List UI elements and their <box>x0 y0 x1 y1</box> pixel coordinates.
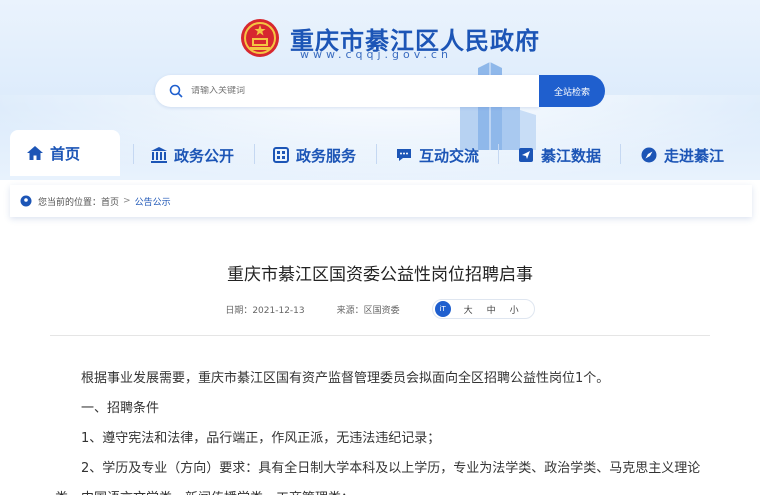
nav-item-about[interactable]: 走进綦江 <box>640 134 724 176</box>
breadcrumb-separator: > <box>123 196 131 206</box>
national-emblem-icon <box>241 19 279 57</box>
search-icon <box>169 84 183 98</box>
font-size-large[interactable]: 大 <box>464 303 473 316</box>
nav-item-label: 政务服务 <box>296 146 357 165</box>
search-bar: 全站检索 <box>155 75 605 107</box>
nav-divider <box>254 144 255 164</box>
font-size-switcher: iT 大 中 小 <box>431 299 535 319</box>
nav-item-label: 綦江数据 <box>541 146 602 165</box>
location-pin-icon <box>20 195 32 207</box>
breadcrumb-home[interactable]: 首页 <box>101 195 119 208</box>
article-paragraph: 1、遵守宪法和法律，品行端正，作风正派，无违法违纪记录； <box>81 431 441 446</box>
nav-divider <box>133 144 134 164</box>
breadcrumb-prefix: 您当前的位置： <box>38 197 102 208</box>
article-paragraph: 2、学历及专业（方向）要求：具有全日制大学本科及以上学历，专业为法学类、政治学类… <box>55 461 701 495</box>
article-source: 来源：区国资委 <box>336 305 400 316</box>
breadcrumb: 您当前的位置： 首页 > 公告公示 <box>10 185 752 217</box>
divider <box>50 335 710 336</box>
article-date: 日期：2021-12-13 <box>225 305 305 316</box>
search-box <box>155 75 539 107</box>
breadcrumb-current[interactable]: 公告公示 <box>135 195 171 208</box>
compass-icon <box>641 147 657 163</box>
article-body: 根据事业发展需要，重庆市綦江区国有资产监督管理委员会拟面向全区招聘公益性岗位1个… <box>55 364 715 495</box>
bank-building-icon <box>151 147 167 163</box>
font-size-icon: iT <box>434 301 451 317</box>
nav-item-gov-open[interactable]: 政务公开 <box>150 134 234 176</box>
home-icon <box>27 146 43 160</box>
font-size-small[interactable]: 小 <box>510 303 519 316</box>
font-size-medium[interactable]: 中 <box>487 303 496 316</box>
nav-home-label: 首页 <box>50 144 81 163</box>
site-url: www.cqqj.gov.cn <box>300 48 452 61</box>
nav-divider <box>376 144 377 164</box>
nav-item-data[interactable]: 綦江数据 <box>517 134 601 176</box>
article-paragraph: 一、招聘条件 <box>81 401 160 416</box>
send-arrow-icon <box>519 148 533 162</box>
main-nav: 首页 政务公开 政务服务 互动交流 綦江数据 走进綦江 <box>0 130 760 176</box>
article-meta: 日期：2021-12-13 来源：区国资委 iT 大 中 小 <box>0 299 760 319</box>
search-button[interactable]: 全站检索 <box>539 75 605 107</box>
nav-divider <box>620 144 621 164</box>
article-title: 重庆市綦江区国资委公益性岗位招聘启事 <box>227 265 533 285</box>
nav-item-gov-service[interactable]: 政务服务 <box>272 134 356 176</box>
nav-item-label: 互动交流 <box>419 146 480 165</box>
article-paragraph: 根据事业发展需要，重庆市綦江区国有资产监督管理委员会拟面向全区招聘公益性岗位1个… <box>81 371 610 386</box>
search-input[interactable] <box>191 86 491 96</box>
nav-item-label: 走进綦江 <box>664 146 725 165</box>
nav-home[interactable]: 首页 <box>10 130 120 176</box>
chat-bubble-icon <box>397 149 411 161</box>
service-grid-icon <box>273 147 289 163</box>
nav-item-interaction[interactable]: 互动交流 <box>395 134 479 176</box>
nav-item-label: 政务公开 <box>174 146 235 165</box>
nav-divider <box>498 144 499 164</box>
